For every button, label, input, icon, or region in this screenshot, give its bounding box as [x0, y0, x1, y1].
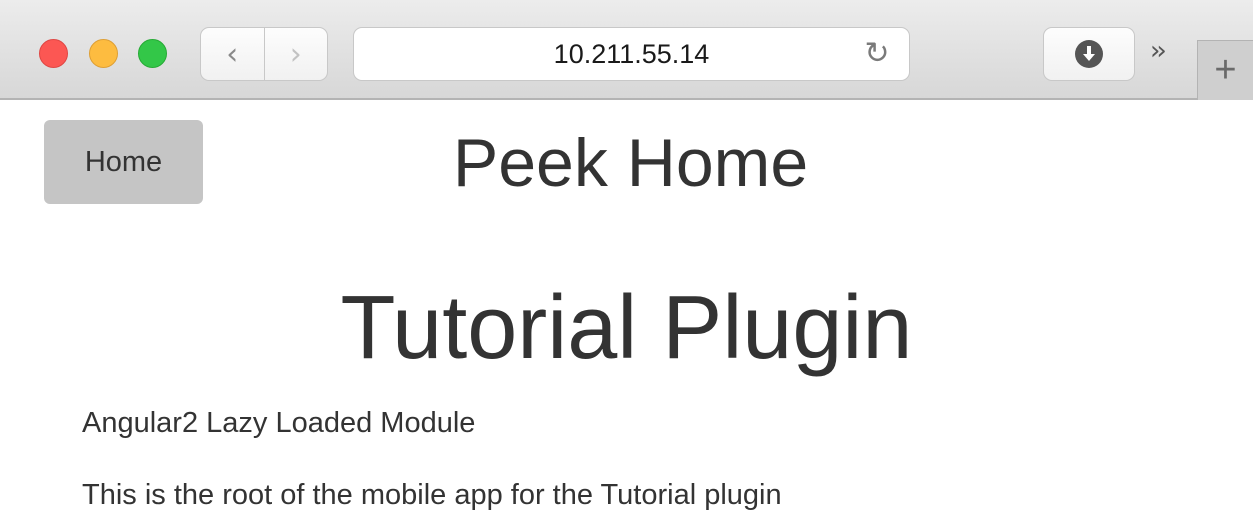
- chevron-left-icon: ‹: [226, 36, 239, 72]
- forward-button[interactable]: ›: [263, 28, 328, 80]
- close-window-button[interactable]: [39, 39, 68, 68]
- new-tab-button[interactable]: +: [1197, 40, 1253, 100]
- page-title: Tutorial Plugin: [340, 278, 913, 378]
- module-description: Angular2 Lazy Loaded Module: [82, 407, 476, 439]
- navigation-buttons: ‹ ›: [200, 27, 328, 81]
- minimize-window-button[interactable]: [89, 39, 118, 68]
- chevron-right-icon: ›: [289, 36, 302, 72]
- download-icon: [1075, 40, 1103, 68]
- plus-icon: +: [1214, 49, 1237, 91]
- reload-icon[interactable]: ↻: [861, 36, 893, 71]
- browser-window: ‹ › 10.211.55.14 ↻ ›› + Home Peek Home T…: [0, 0, 1253, 518]
- downloads-button[interactable]: [1043, 27, 1135, 81]
- browser-toolbar: ‹ › 10.211.55.14 ↻ ›› +: [0, 0, 1253, 100]
- root-description: This is the root of the mobile app for t…: [82, 479, 782, 511]
- address-text[interactable]: 10.211.55.14: [354, 28, 909, 80]
- site-title: Peek Home: [452, 125, 809, 201]
- zoom-window-button[interactable]: [138, 39, 167, 68]
- back-button[interactable]: ‹: [201, 28, 264, 80]
- double-chevron-icon[interactable]: ››: [1150, 36, 1167, 66]
- address-bar[interactable]: 10.211.55.14 ↻: [353, 27, 910, 81]
